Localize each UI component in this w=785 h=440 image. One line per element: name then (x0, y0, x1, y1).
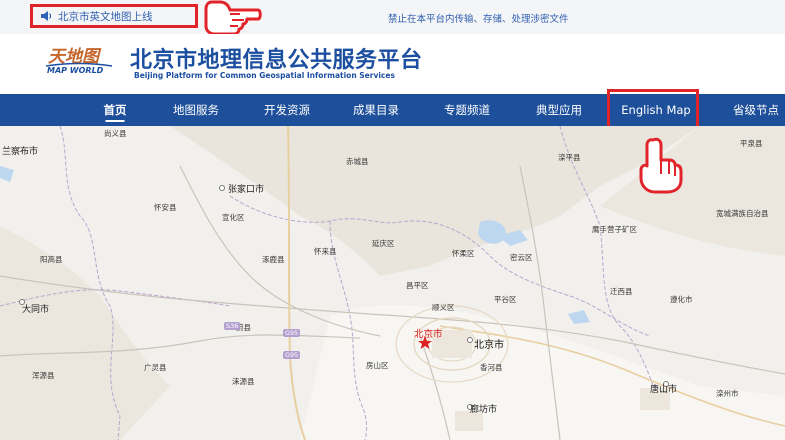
map-label: 密云区 (510, 253, 533, 262)
map-label: 顺义区 (432, 303, 455, 312)
security-warning: 禁止在本平台内传输、存储、处理涉密文件 (388, 14, 569, 25)
map-label: 遵化市 (670, 295, 693, 304)
map-label: 唐山市 (650, 385, 678, 395)
site-title-english: Beijing Platform for Common Geospatial I… (134, 71, 395, 80)
map-label: 平谷区 (494, 295, 517, 304)
pointing-hand-icon (204, 0, 262, 36)
map-label: 涿鹿县 (262, 255, 285, 264)
nav-map-services[interactable]: 地图服务 (173, 94, 219, 126)
nav-dev-resources[interactable]: 开发资源 (264, 94, 310, 126)
announcement-link[interactable]: 北京市英文地图上线 (30, 4, 198, 28)
nav-applications[interactable]: 典型应用 (536, 94, 582, 126)
map-label: 鹰手营子矿区 (592, 225, 637, 234)
map-label: 尚义县 (104, 129, 127, 138)
map-label: 怀柔区 (452, 249, 475, 258)
map-label: 阳高县 (40, 255, 63, 264)
english-map-highlight (607, 89, 699, 129)
nav-provincial-nodes[interactable]: 省级节点 (733, 94, 779, 126)
map-label: 迁西县 (610, 287, 633, 296)
speaker-icon (41, 11, 52, 21)
map-label: 怀来县 (314, 247, 337, 256)
map-label: 宣化区 (222, 213, 245, 222)
site-title: 北京市地理信息公共服务平台 (130, 48, 423, 73)
map-label: 兰察布市 (2, 147, 39, 157)
map-label: 涞源县 (232, 377, 255, 386)
logo-subtitle: MAP WORLD (47, 66, 104, 75)
map-label: 香河县 (480, 363, 503, 372)
nav-home[interactable]: 首页 (104, 94, 127, 126)
map-label-capital: 北京市 (414, 329, 443, 340)
map-label: 张家口市 (228, 185, 265, 195)
map-label: 滦平县 (558, 153, 581, 162)
top-notice-bar: 北京市英文地图上线 禁止在本平台内传输、存储、处理涉密文件 (0, 0, 785, 36)
map-label: 怀安县 (154, 203, 177, 212)
map-label: 大同市 (22, 305, 50, 315)
site-header: 天地图 MAP WORLD 北京市地理信息公共服务平台 Beijing Plat… (0, 34, 785, 94)
road-shield: G95 (283, 351, 301, 359)
map-label: 廊坊市 (470, 405, 498, 415)
map-label: 平泉县 (740, 139, 763, 148)
road-shield: G95 (283, 329, 301, 337)
map-label: 宽城满族自治县 (716, 209, 769, 218)
map-label: 北京市 (474, 340, 504, 351)
map-label: 浑源县 (32, 371, 55, 380)
map-label: 赤城县 (346, 157, 369, 166)
map-label: 房山区 (366, 361, 389, 370)
map-label: 滦州市 (716, 389, 739, 398)
map-label: 广灵县 (144, 363, 167, 372)
road-shield: S36 (224, 322, 241, 330)
announcement-text: 北京市英文地图上线 (58, 10, 153, 23)
pointing-hand-icon (639, 137, 683, 194)
map-label: 昌平区 (406, 281, 429, 290)
map-label: 延庆区 (372, 239, 395, 248)
nav-themes[interactable]: 专题频道 (444, 94, 490, 126)
nav-catalog[interactable]: 成果目录 (353, 94, 399, 126)
